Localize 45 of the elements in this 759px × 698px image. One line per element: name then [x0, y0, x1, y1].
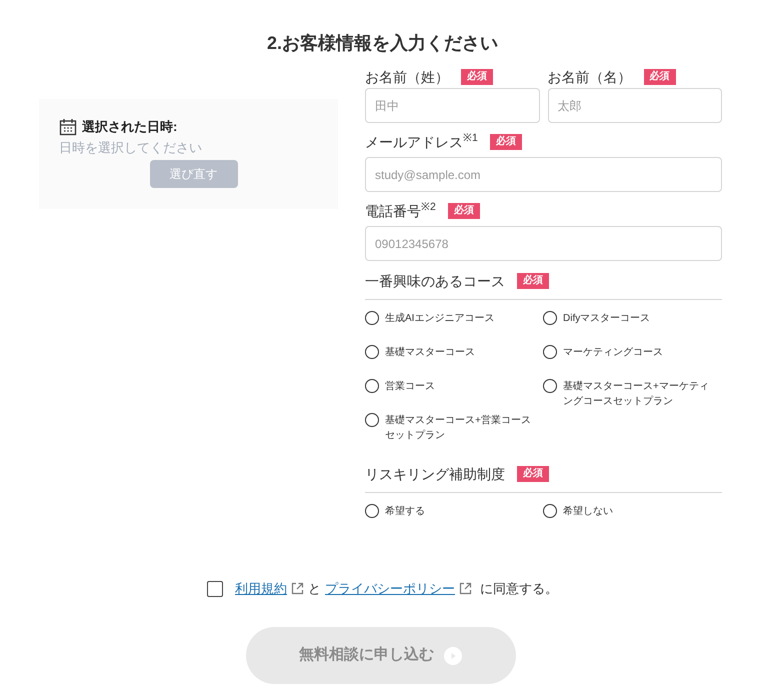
required-badge: 必須: [517, 273, 549, 289]
radio-option[interactable]: 基礎マスターコース+マーケティングコースセットプラン: [543, 378, 721, 410]
privacy-link[interactable]: プライバシーポリシー: [325, 579, 455, 598]
required-badge: 必須: [517, 466, 549, 482]
radio-option[interactable]: 基礎マスターコース+営業コースセットプラン: [365, 412, 543, 444]
page-heading: 2.お客様情報を入力ください: [266, 32, 499, 55]
terms-link[interactable]: 利用規約: [235, 579, 287, 598]
radio-option[interactable]: 生成AIエンジニアコース: [365, 310, 543, 342]
text-input[interactable]: 田中: [365, 88, 540, 123]
radio-option[interactable]: 希望する: [365, 503, 543, 535]
radio-button[interactable]: [365, 379, 379, 393]
radio-option[interactable]: 希望しない: [543, 503, 721, 535]
radio-button[interactable]: [365, 413, 379, 427]
calendar-icon: [59, 118, 77, 136]
radio-button[interactable]: [365, 311, 379, 325]
external-link-icon: [459, 582, 472, 596]
required-badge: 必須: [461, 69, 493, 85]
text-input[interactable]: study@sample.com: [365, 157, 722, 192]
date-field[interactable]: 日時を選択してください: [59, 138, 259, 157]
text-input[interactable]: 太郎: [548, 88, 722, 123]
radio-option[interactable]: マーケティングコース: [543, 344, 721, 376]
field-label: 一番興味のあるコース: [365, 272, 505, 290]
field-label: お名前（姓）: [365, 68, 449, 86]
radio-button[interactable]: [365, 345, 379, 359]
radio-button[interactable]: [543, 311, 557, 325]
agreement-text: に同意する。: [480, 580, 558, 598]
field-label: 電話番号$^{※2}$: [365, 200, 436, 220]
radio-button[interactable]: [543, 345, 557, 359]
date-label: 選択された日時:: [82, 118, 178, 136]
field-label: リスキリング補助制度: [365, 464, 505, 484]
agreement-text: と: [308, 580, 321, 598]
radio-option[interactable]: 営業コース: [365, 378, 543, 410]
field-label: メールアドレス$^{※1}$: [365, 132, 478, 152]
required-badge: 必須: [448, 203, 480, 219]
text-input[interactable]: 09012345678: [365, 226, 722, 261]
radio-button[interactable]: [543, 504, 557, 518]
required-badge: 必須: [490, 134, 522, 150]
radio-button[interactable]: [543, 379, 557, 393]
radio-option[interactable]: 基礎マスターコース: [365, 344, 543, 376]
agree-checkbox[interactable]: [207, 580, 223, 597]
field-label: お名前（名）: [548, 68, 632, 86]
external-link-icon: [291, 582, 304, 596]
radio-option[interactable]: Difyマスターコース: [543, 310, 721, 342]
radio-button[interactable]: [365, 504, 379, 518]
required-badge: 必須: [644, 69, 676, 85]
